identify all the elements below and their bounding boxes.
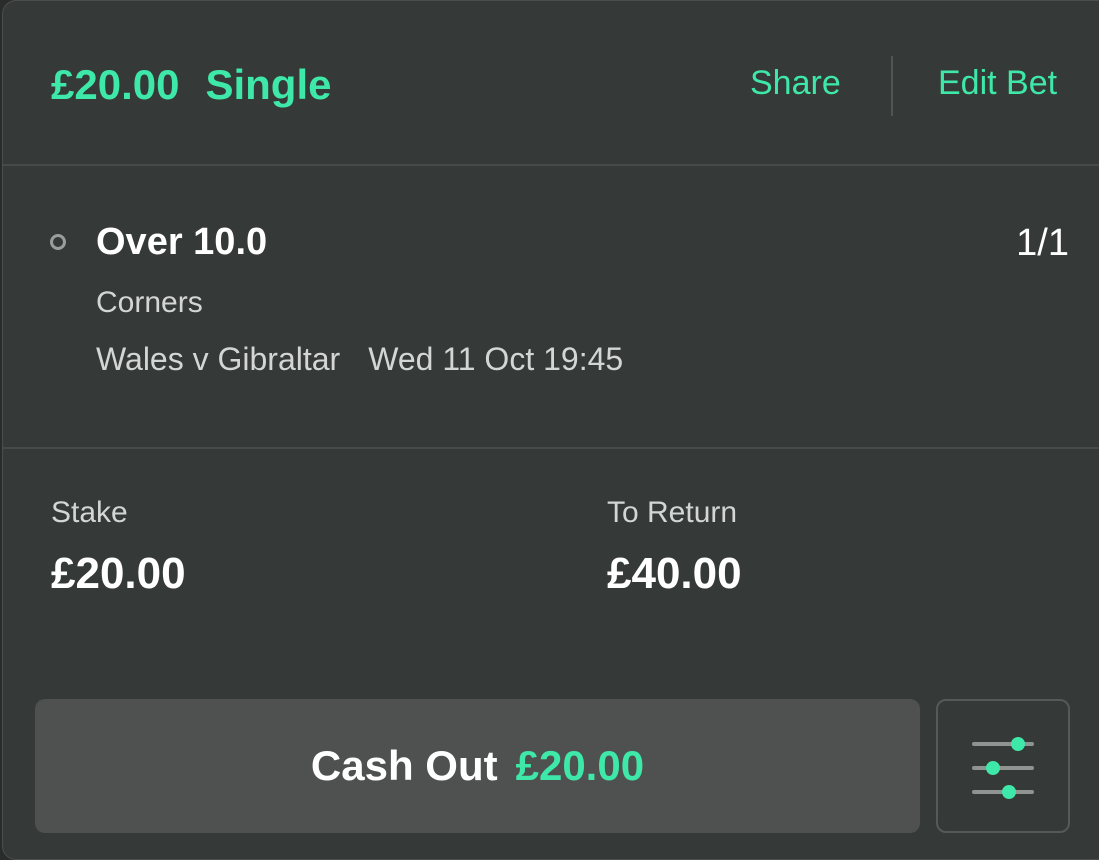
to-return-label: To Return: [607, 496, 738, 529]
share-link[interactable]: Share: [750, 64, 841, 103]
cash-out-label: Cash Out: [310, 742, 498, 789]
selection-odds: 1/1: [1016, 222, 1069, 264]
cash-out-settings-button[interactable]: [936, 699, 1070, 833]
selection-row: Over 10.0 1/1 Corners Wales v Gibraltar W…: [3, 166, 1099, 449]
bet-header: £20.00 Single Share Edit Bet: [3, 1, 1099, 166]
selection-event-info: Wales v Gibraltar Wed 11 Oct 19:45: [96, 341, 623, 378]
stake-label: Stake: [51, 496, 128, 529]
bet-stake-amount: £20.00: [51, 61, 180, 108]
selection-market: Corners: [96, 286, 203, 319]
circle-outline-icon: [50, 234, 66, 250]
cash-out-button[interactable]: Cash Out £20.00: [35, 699, 920, 833]
bet-title: £20.00 Single: [51, 61, 332, 109]
to-return-value: £40.00: [607, 549, 742, 598]
header-divider: [891, 56, 893, 116]
event-name: Wales v Gibraltar: [96, 341, 341, 377]
sliders-icon: [972, 737, 1034, 799]
event-datetime: Wed 11 Oct 19:45: [368, 341, 624, 377]
selection-name: Over 10.0: [96, 221, 268, 263]
stake-value: £20.00: [51, 549, 186, 598]
edit-bet-link[interactable]: Edit Bet: [938, 64, 1057, 103]
bet-type: Single: [205, 61, 332, 108]
cash-out-amount: £20.00: [515, 742, 645, 789]
bet-card: £20.00 Single Share Edit Bet Over 10.0 1/…: [2, 0, 1099, 860]
